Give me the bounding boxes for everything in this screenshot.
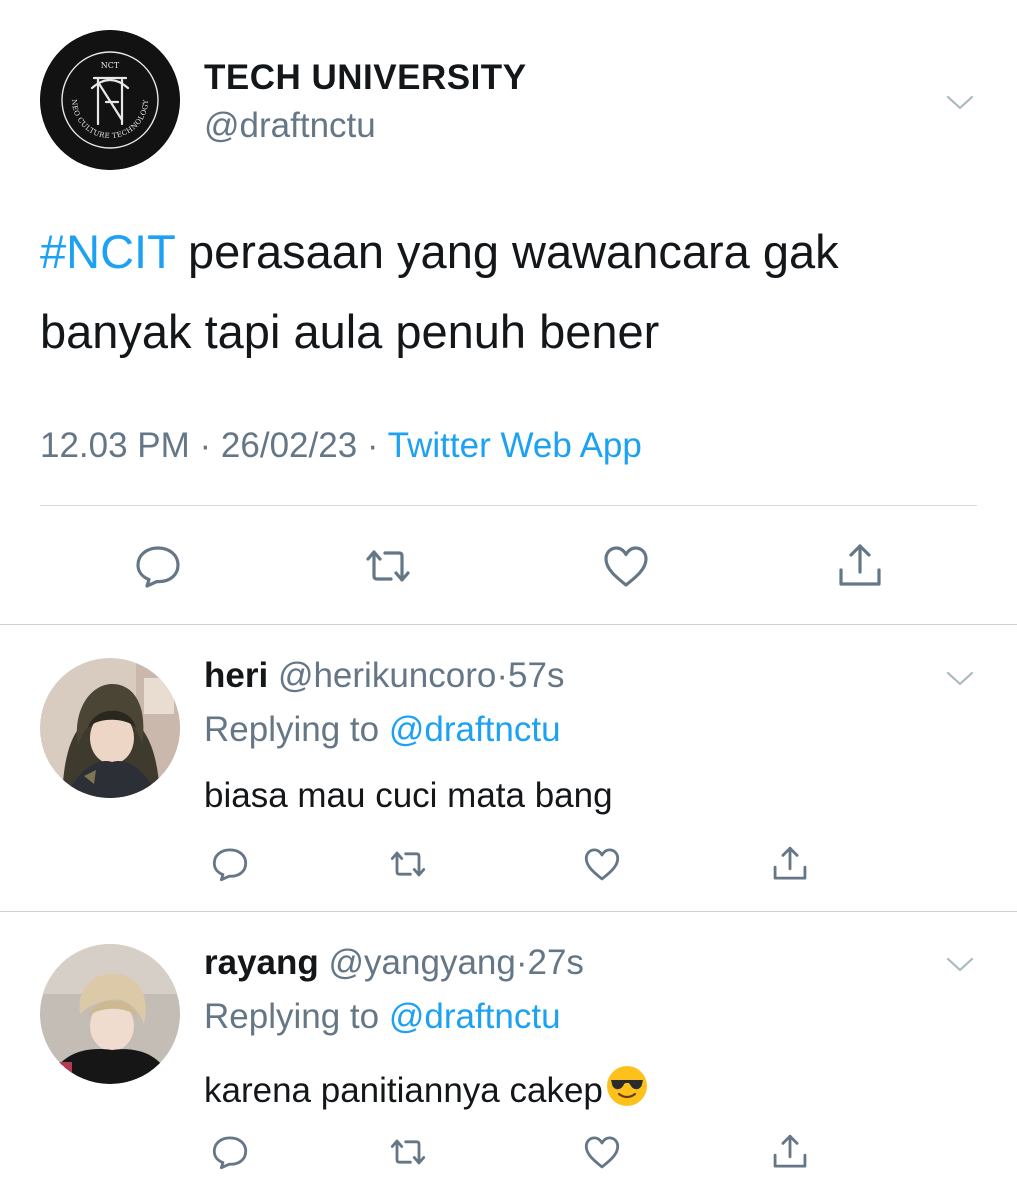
svg-text:MA: MA xyxy=(55,1065,66,1073)
reply-text-body: karena panitiannya cakep xyxy=(204,1071,603,1110)
avatar-top-text: NCT xyxy=(101,61,120,70)
display-name[interactable]: TECH UNIVERSITY xyxy=(204,58,527,98)
replying-to: Replying to @draftnctu xyxy=(204,997,561,1037)
avatar[interactable]: MA xyxy=(40,944,180,1084)
reply-age[interactable]: 57s xyxy=(508,656,564,695)
tweet-time[interactable]: 12.03 PM xyxy=(40,426,190,465)
display-name[interactable]: rayang xyxy=(204,943,319,982)
reply-icon[interactable] xyxy=(130,538,186,594)
mention-link[interactable]: @draftnctu xyxy=(389,710,561,749)
tweet-text: #NCIT perasaan yang wawancara gak banyak… xyxy=(40,212,990,372)
tweet-date[interactable]: 26/02/23 xyxy=(221,426,357,465)
replying-label: Replying to xyxy=(204,710,389,749)
divider xyxy=(0,624,1017,625)
smiling-face-with-sunglasses-emoji xyxy=(605,1064,649,1108)
user-handle[interactable]: @draftnctu xyxy=(204,106,376,146)
replying-to: Replying to @draftnctu xyxy=(204,710,561,750)
reply-age[interactable]: 27s xyxy=(528,943,584,982)
heart-icon[interactable] xyxy=(580,1130,624,1174)
avatar[interactable] xyxy=(40,658,180,798)
retweet-icon[interactable] xyxy=(360,538,416,594)
reply-header: rayang @yangyang·27s xyxy=(204,943,584,983)
replying-label: Replying to xyxy=(204,997,389,1036)
chevron-down-icon[interactable] xyxy=(944,662,976,694)
meta-separator: · xyxy=(496,656,509,695)
reply-text: biasa mau cuci mata bang xyxy=(204,776,613,815)
heart-icon[interactable] xyxy=(598,538,654,594)
share-icon[interactable] xyxy=(832,538,888,594)
reply-icon[interactable] xyxy=(208,1130,252,1174)
tweet-meta: 12.03 PM · 26/02/23 · Twitter Web App xyxy=(40,426,642,466)
share-icon[interactable] xyxy=(768,1130,812,1174)
divider xyxy=(40,505,977,506)
meta-separator: · xyxy=(357,426,388,465)
chevron-down-icon[interactable] xyxy=(944,86,976,118)
reply-header: heri @herikuncoro·57s xyxy=(204,656,564,696)
chevron-down-icon[interactable] xyxy=(944,948,976,980)
user-handle[interactable]: @yangyang xyxy=(329,943,516,982)
mention-link[interactable]: @draftnctu xyxy=(389,997,561,1036)
reply-icon[interactable] xyxy=(208,842,252,886)
display-name[interactable]: heri xyxy=(204,656,268,695)
divider xyxy=(0,911,1017,912)
retweet-icon[interactable] xyxy=(386,1130,430,1174)
avatar[interactable]: NCT NEO CULTURE TECHNOLOGY xyxy=(40,30,180,170)
tweet-source-link[interactable]: Twitter Web App xyxy=(388,426,642,465)
heart-icon[interactable] xyxy=(580,842,624,886)
meta-separator: · xyxy=(515,943,528,982)
meta-separator: · xyxy=(189,426,221,465)
user-handle[interactable]: @herikuncoro xyxy=(278,656,496,695)
hashtag-link[interactable]: #NCIT xyxy=(40,225,175,278)
share-icon[interactable] xyxy=(768,842,812,886)
reply-text: karena panitiannya cakep xyxy=(204,1064,649,1111)
retweet-icon[interactable] xyxy=(386,842,430,886)
